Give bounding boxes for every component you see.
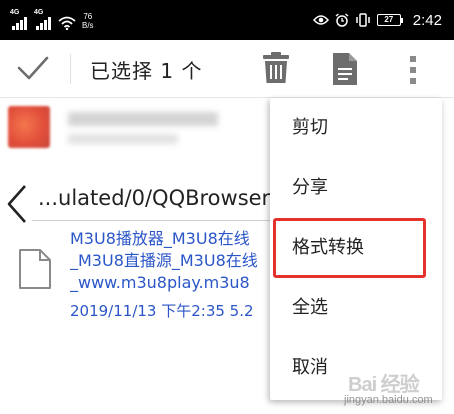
menu-item-select-all[interactable]: 全选	[270, 278, 442, 338]
status-right: 27 2:42	[312, 10, 442, 30]
file-name[interactable]: M3U8播放器_M3U8在线 _M3U8直播源_M3U8在线 _www.m3u8…	[70, 228, 270, 294]
current-path[interactable]: ...ulated/0/QQBrowser/文	[38, 182, 274, 212]
chevron-left-icon[interactable]	[6, 184, 28, 224]
file-icon	[19, 249, 51, 289]
file-meta: 2019/11/13 下午2:35 5.2	[70, 302, 254, 320]
check-icon[interactable]	[16, 53, 50, 83]
signal-icon: 4G	[10, 9, 27, 30]
selection-count-title: 已选择 1 个	[90, 59, 203, 83]
status-bar: 4G 4G 76 B/s 27 2:42	[0, 0, 454, 40]
network-speed: 76 B/s	[82, 12, 94, 30]
more-vert-icon[interactable]	[408, 54, 418, 86]
watermark-text: jingyan.baidu.com	[344, 394, 433, 406]
menu-item-share[interactable]: 分享	[270, 158, 442, 218]
menu-item-cut[interactable]: 剪切	[270, 98, 442, 158]
wifi-icon	[58, 16, 76, 30]
eye-icon	[312, 15, 329, 25]
alarm-icon	[335, 13, 349, 27]
file-name-line: _M3U8直播源_M3U8在线	[70, 251, 258, 270]
document-icon[interactable]	[331, 52, 359, 86]
network-speed-value: 76	[83, 12, 93, 21]
battery-level: 27	[376, 14, 401, 26]
file-name-line: _www.m3u8play.m3u8	[70, 273, 250, 292]
vibrate-icon	[356, 13, 370, 27]
avatar	[8, 106, 50, 148]
network-speed-unit: B/s	[82, 21, 94, 30]
watermark: Bai 经验 jingyan.baidu.com	[340, 374, 450, 412]
highlight-annotation	[273, 218, 426, 278]
toolbar-divider	[70, 54, 71, 84]
network-type-label: 4G	[10, 9, 20, 16]
battery-icon: 27	[376, 14, 403, 26]
path-underline	[32, 220, 272, 221]
signal-icon: 4G	[34, 9, 51, 30]
clock: 2:42	[412, 11, 442, 29]
blurred-name	[68, 112, 218, 126]
status-left: 4G 4G 76 B/s	[10, 9, 94, 30]
watermark-logo: Bai 经验	[348, 374, 420, 396]
selection-action-bar: 已选择 1 个	[0, 40, 454, 98]
trash-icon[interactable]	[260, 51, 292, 85]
blurred-subtitle	[68, 134, 178, 144]
network-type-label: 4G	[34, 9, 44, 16]
file-name-line: M3U8播放器_M3U8在线	[70, 229, 250, 248]
